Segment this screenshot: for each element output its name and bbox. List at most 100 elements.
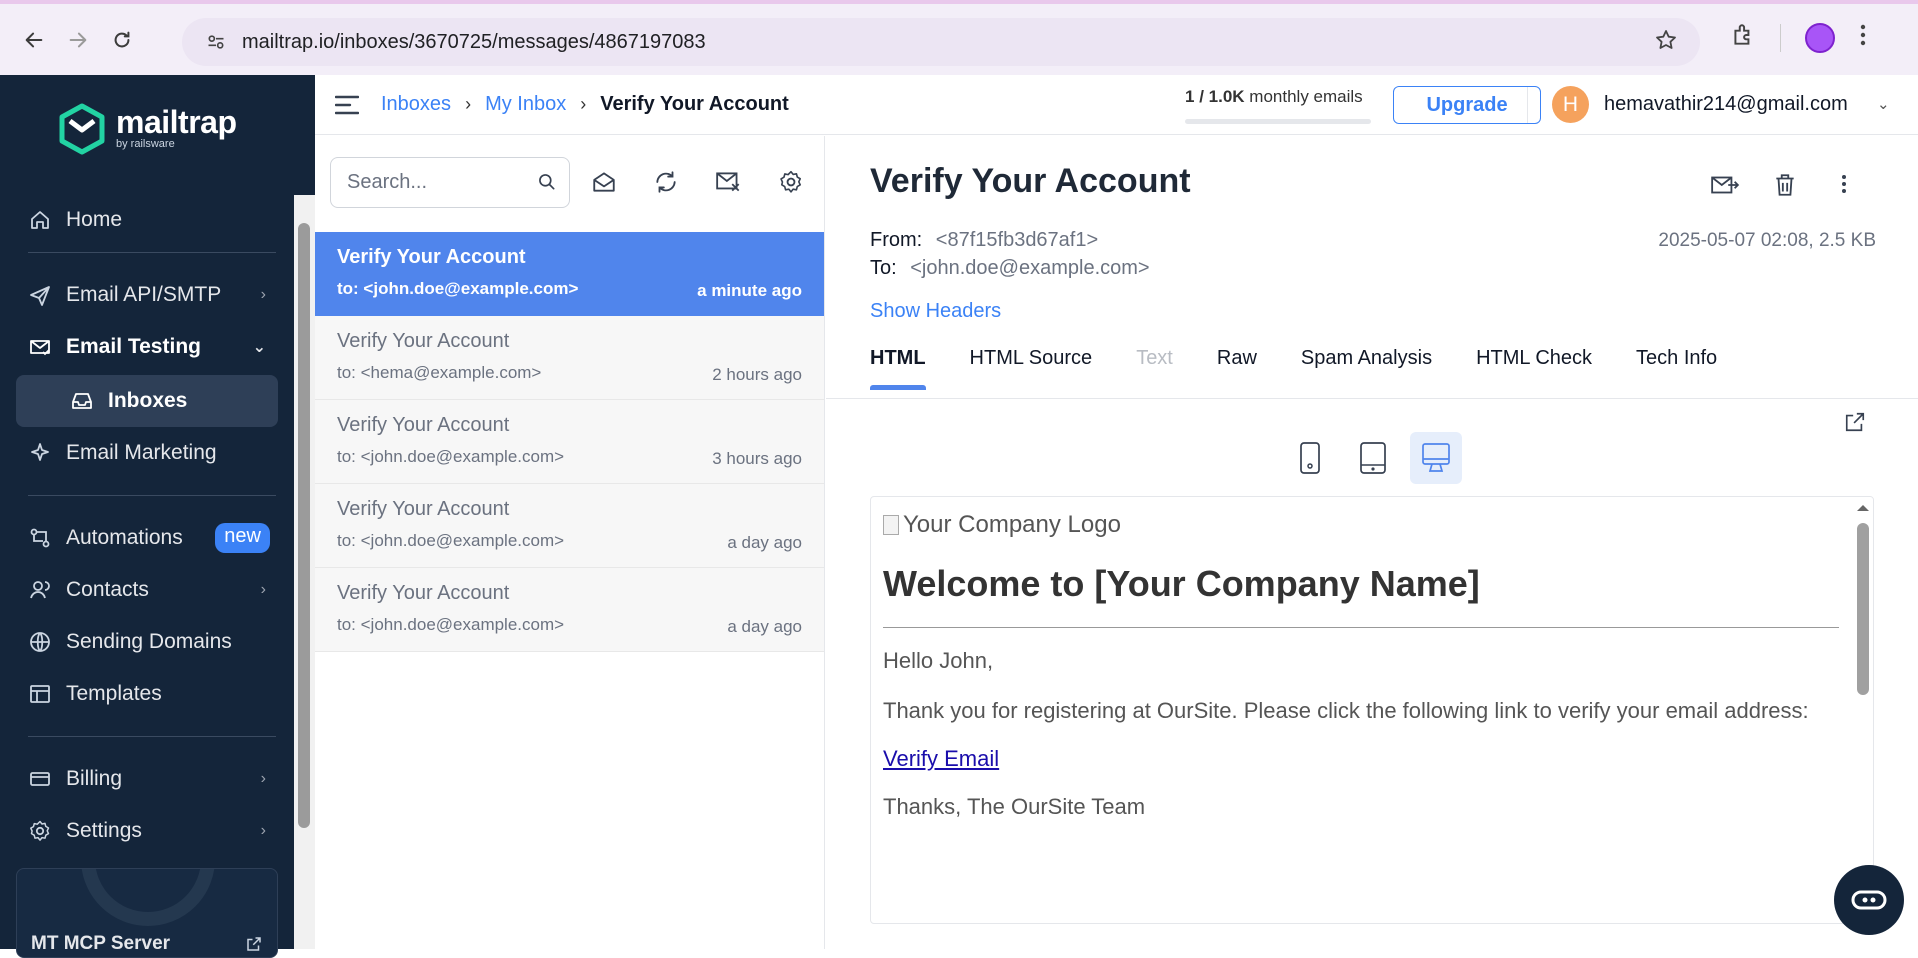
automation-icon — [30, 528, 50, 548]
card-icon — [30, 772, 50, 786]
mobile-view-button[interactable] — [1284, 432, 1336, 484]
user-avatar[interactable]: H — [1552, 86, 1589, 123]
sidebar-item-settings[interactable]: Settings › — [16, 805, 278, 857]
tab-text: Text — [1136, 347, 1173, 369]
forward-button[interactable] — [58, 20, 98, 60]
site-info-icon[interactable] — [196, 32, 236, 52]
reload-button[interactable] — [102, 20, 142, 60]
breadcrumb-inboxes[interactable]: Inboxes — [381, 93, 451, 116]
send-icon — [30, 286, 50, 306]
tab-spam-analysis[interactable]: Spam Analysis — [1301, 341, 1432, 391]
sidebar-item-label: Email API/SMTP — [66, 283, 222, 306]
scrollbar-thumb[interactable] — [298, 223, 310, 828]
chevron-down-icon[interactable]: ⌄ — [1877, 95, 1890, 113]
quota-suffix: monthly emails — [1249, 87, 1363, 106]
browser-menu-icon[interactable] — [1859, 23, 1867, 52]
reload-icon — [114, 31, 130, 47]
breadcrumb-my-inbox[interactable]: My Inbox — [485, 93, 566, 116]
show-headers-link[interactable]: Show Headers — [870, 300, 1001, 323]
breadcrumb-separator: › — [465, 94, 472, 114]
sidebar-item-sending-domains[interactable]: Sending Domains — [16, 616, 278, 668]
template-icon — [30, 685, 50, 703]
top-header: Inboxes › My Inbox › Verify Your Account… — [315, 75, 1918, 135]
email-greeting: Hello John, — [883, 648, 994, 673]
tab-html[interactable]: HTML — [870, 341, 926, 391]
menu-toggle-icon[interactable] — [334, 95, 360, 120]
sidebar-item-contacts[interactable]: Contacts › — [16, 564, 278, 616]
chevron-right-icon: › — [260, 581, 266, 598]
browser-toolbar: mailtrap.io/inboxes/3670725/messages/486… — [0, 0, 1918, 75]
verify-email-link[interactable]: Verify Email — [883, 746, 1839, 772]
logo-alt-text: Your Company Logo — [903, 511, 1121, 538]
message-time: 3 hours ago — [712, 449, 802, 468]
upgrade-button[interactable]: Upgrade — [1393, 86, 1541, 124]
tab-raw[interactable]: Raw — [1217, 341, 1257, 391]
message-list-item[interactable]: Verify Your Account to: <john.doe@exampl… — [315, 484, 824, 568]
email-check-icon — [30, 340, 50, 356]
email-body: Your Company Logo Welcome to [Your Compa… — [883, 497, 1839, 826]
message-list-item[interactable]: Verify Your Account to: <john.doe@exampl… — [315, 568, 824, 652]
from-label: From: — [870, 229, 923, 251]
from-address: <87f15fb3d67af1> — [935, 229, 1099, 251]
scroll-up-icon[interactable] — [1853, 501, 1873, 515]
trash-icon[interactable] — [1772, 172, 1798, 203]
tab-html-source[interactable]: HTML Source — [970, 341, 1093, 391]
toolbar-divider — [1780, 23, 1781, 52]
back-button[interactable] — [14, 20, 54, 60]
quota-progress-bar — [1185, 119, 1371, 124]
sidebar-item-label: Templates — [66, 682, 162, 705]
arrow-left-icon — [25, 32, 43, 47]
tablet-icon — [1360, 442, 1386, 474]
search-icon[interactable] — [537, 172, 557, 198]
preview-scrollbar[interactable] — [1853, 497, 1873, 923]
refresh-icon[interactable] — [653, 169, 679, 200]
clear-inbox-icon[interactable] — [715, 169, 743, 200]
mailtrap-logo[interactable]: mailtrap by railsware — [58, 103, 237, 155]
sidebar-item-billing[interactable]: Billing › — [16, 753, 278, 805]
sidebar-scrollbar[interactable] — [294, 195, 315, 949]
sidebar-item-label: Automations — [66, 526, 183, 549]
tablet-view-button[interactable] — [1347, 432, 1399, 484]
chat-icon — [1851, 890, 1887, 910]
message-time: a minute ago — [697, 281, 802, 300]
browser-profile-avatar[interactable] — [1805, 22, 1835, 53]
sidebar-item-automations[interactable]: Automations new — [16, 512, 278, 564]
message-subject: Verify Your Account — [337, 330, 510, 352]
user-email[interactable]: hemavathir214@gmail.com — [1604, 93, 1848, 116]
message-detail: Verify Your Account From: <87f15fb3d67af… — [826, 136, 1918, 949]
message-list-panel: Search... Verify Your Account to: <john.… — [315, 136, 825, 949]
sidebar-item-label: Inboxes — [108, 389, 188, 412]
mailtrap-logo-icon — [59, 103, 105, 155]
support-chat-button[interactable] — [1834, 865, 1904, 935]
search-input[interactable]: Search... — [330, 157, 570, 208]
globe-icon — [30, 632, 50, 652]
sidebar-item-email-api[interactable]: Email API/SMTP › — [16, 269, 278, 321]
email-signoff: Thanks, The OurSite Team — [883, 794, 1146, 819]
forward-email-icon[interactable] — [1710, 172, 1740, 203]
desktop-view-button[interactable] — [1410, 432, 1462, 484]
mark-read-icon[interactable] — [591, 169, 617, 200]
sidebar-item-email-marketing[interactable]: Email Marketing — [16, 427, 278, 479]
sidebar-item-label: Sending Domains — [66, 630, 232, 653]
tab-tech-info[interactable]: Tech Info — [1636, 341, 1717, 391]
mcp-server-card[interactable]: MT MCP Server — [16, 868, 278, 958]
email-html-preview: Your Company Logo Welcome to [Your Compa… — [870, 496, 1874, 924]
email-heading: Welcome to [Your Company Name] — [883, 563, 1839, 628]
sidebar-item-home[interactable]: Home — [16, 194, 278, 246]
extensions-icon[interactable] — [1730, 22, 1756, 53]
to-label: To: — [870, 257, 897, 279]
tab-html-check[interactable]: HTML Check — [1476, 341, 1592, 391]
bookmark-star-icon[interactable] — [1654, 28, 1678, 57]
more-options-icon[interactable] — [1840, 172, 1848, 201]
sidebar-item-email-testing[interactable]: Email Testing ⌄ — [16, 321, 278, 373]
open-new-window-icon[interactable] — [1844, 411, 1866, 438]
broken-image-icon — [883, 515, 899, 535]
scrollbar-thumb[interactable] — [1857, 523, 1869, 695]
inbox-settings-icon[interactable] — [778, 169, 804, 200]
sidebar-item-inboxes[interactable]: Inboxes — [16, 375, 278, 427]
message-list-item[interactable]: Verify Your Account to: <john.doe@exampl… — [315, 400, 824, 484]
address-bar[interactable]: mailtrap.io/inboxes/3670725/messages/486… — [182, 18, 1700, 66]
message-list-item-selected[interactable]: Verify Your Account to: <john.doe@exampl… — [315, 232, 824, 316]
sidebar-item-templates[interactable]: Templates — [16, 668, 278, 720]
message-list-item[interactable]: Verify Your Account to: <hema@example.co… — [315, 316, 824, 400]
